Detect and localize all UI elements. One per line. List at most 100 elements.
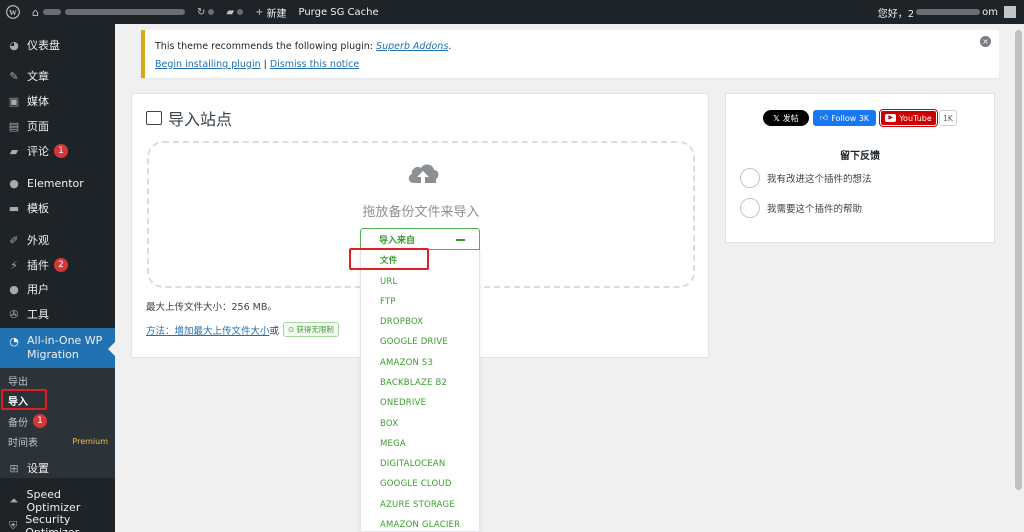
sidebar-item-speed-optimizer[interactable]: ⏶ Speed Optimizer — [0, 488, 115, 514]
sidebar-item-dashboard[interactable]: ◕ 仪表盘 — [0, 34, 115, 56]
get-unlimited-button[interactable]: ⊙ 获得无限制 — [283, 322, 339, 337]
x-logo-icon: 𝕏 — [773, 113, 780, 123]
updates-menu[interactable]: ↻ — [191, 0, 220, 24]
submenu-schedule[interactable]: 时间表 Premium — [8, 433, 108, 449]
superb-addons-link[interactable]: Superb Addons — [376, 41, 448, 52]
admin-bar: W ⌂ ↻ ▰ + 新建 Purge SG Cache 您好，2 om — [0, 0, 1024, 24]
close-icon[interactable]: × — [980, 36, 991, 47]
increase-size-link[interactable]: 方法：增加最大上传文件大小 — [146, 323, 270, 337]
sidebar-item-settings[interactable]: ⊞ 设置 — [0, 457, 115, 479]
comments-menu[interactable]: ▰ — [220, 0, 249, 24]
drop-instructions: 拖放备份文件来导入 — [362, 205, 480, 220]
submenu-export[interactable]: 导出 — [8, 372, 108, 388]
youtube-label: YouTube — [899, 113, 932, 123]
notice-actions: Begin installing plugin | Dismiss this n… — [155, 56, 989, 74]
or-text: 或 — [269, 325, 280, 337]
radio-button[interactable] — [740, 198, 760, 218]
clock-icon: ⊙ — [288, 325, 295, 334]
separator: | — [260, 59, 270, 70]
scrollbar-thumb[interactable] — [1015, 30, 1022, 490]
sidebar-item-plugins[interactable]: ⚡ 插件 2 — [0, 254, 115, 276]
sidebar-item-migration[interactable]: ◔ All-in-One WP Migration — [0, 328, 115, 368]
notice-prefix: This theme recommends the following plug… — [155, 41, 377, 52]
youtube-subscribe-button[interactable]: ▶ YouTube — [879, 109, 938, 127]
svg-text:W: W — [9, 8, 17, 17]
dashboard-icon: ◕ — [9, 38, 19, 52]
settings-icon: ⊞ — [9, 461, 19, 475]
sidebar-item-comments[interactable]: ▰ 评论 1 — [0, 140, 115, 162]
sidebar-item-label: 模板 — [27, 202, 49, 215]
import-option-mega[interactable]: MEGA — [380, 438, 406, 450]
submenu-label: 时间表 — [8, 437, 38, 449]
sidebar-item-templates[interactable]: ▬ 模板 — [0, 197, 115, 219]
sidebar-item-tools[interactable]: ✇ 工具 — [0, 303, 115, 325]
x-post-label: 发帖 — [782, 113, 799, 123]
sidebar-item-label: 页面 — [27, 120, 49, 133]
migration-icon: ◔ — [9, 334, 19, 348]
x-post-button[interactable]: 𝕏 发帖 — [763, 110, 809, 126]
highlight-box — [1, 389, 47, 410]
sidebar-item-users[interactable]: ● 用户 — [0, 278, 115, 300]
sidebar-item-security-optimizer[interactable]: ⛨ Security Optimizer — [0, 513, 115, 532]
sidebar-item-elementor[interactable]: ● Elementor — [0, 172, 115, 194]
sidebar-item-label: 评论 — [27, 145, 49, 158]
backup-count-badge: 1 — [33, 414, 47, 428]
redacted-text — [64, 9, 185, 15]
import-source-menu: 文件 URL FTP DROPBOX GOOGLE DRIVE AMAZON S… — [360, 250, 480, 532]
import-option-url[interactable]: URL — [380, 276, 397, 288]
sidebar-item-label: 工具 — [27, 308, 49, 321]
new-label: 新建 — [266, 8, 287, 20]
import-from-label: 导入来自 — [379, 235, 416, 246]
sidebar-item-posts[interactable]: ✎ 文章 — [0, 65, 115, 87]
redacted-text — [237, 9, 244, 15]
page-title: 导入站点 — [146, 106, 232, 130]
purge-cache-button[interactable]: Purge SG Cache — [292, 0, 384, 24]
sidebar-item-media[interactable]: ▣ 媒体 — [0, 90, 115, 112]
radio-button[interactable] — [740, 168, 760, 188]
import-option-box[interactable]: BOX — [380, 418, 398, 430]
import-option-onedrive[interactable]: ONEDRIVE — [380, 397, 426, 409]
import-option-backblaze-b2[interactable]: BACKBLAZE B2 — [380, 377, 447, 389]
premium-label: Premium — [72, 436, 108, 446]
dismiss-notice-link[interactable]: Dismiss this notice — [270, 59, 359, 70]
comment-icon: ▰ — [9, 144, 19, 158]
sidebar-item-appearance[interactable]: ✐ 外观 — [0, 229, 115, 251]
import-option-amazon-s3[interactable]: AMAZON S3 — [380, 357, 433, 369]
import-from-button[interactable]: 导入来自 — [360, 228, 480, 250]
comment-count-badge: 1 — [54, 144, 68, 158]
submenu-label: 备份 — [8, 417, 28, 429]
import-option-ftp[interactable]: FTP — [380, 296, 396, 308]
import-option-azure-storage[interactable]: AZURE STORAGE — [380, 499, 455, 511]
submenu-backup[interactable]: 备份 1 — [8, 413, 108, 429]
begin-installing-link[interactable]: Begin installing plugin — [155, 59, 261, 70]
purge-cache-label: Purge SG Cache — [298, 6, 379, 18]
site-name-menu[interactable]: ⌂ — [26, 0, 191, 24]
sidebar-item-label: Elementor — [27, 176, 84, 190]
feedback-panel: 𝕏 发帖 👍︎ Follow 3K ▶ YouTube 1K 留下反馈 我有改进… — [725, 93, 995, 243]
feedback-option-idea[interactable]: 我有改进这个插件的想法 — [740, 168, 872, 188]
thumbs-up-icon: 👍︎ — [819, 113, 829, 122]
wp-logo-icon[interactable]: W — [0, 0, 26, 24]
wrench-icon: ✇ — [9, 307, 19, 321]
import-option-google-drive[interactable]: GOOGLE DRIVE — [380, 336, 448, 348]
facebook-follow-button[interactable]: 👍︎ Follow 3K — [813, 110, 876, 126]
feedback-option-help[interactable]: 我需要这个插件的帮助 — [740, 198, 862, 218]
refresh-icon: ↻ — [196, 6, 206, 18]
plus-icon: + — [255, 6, 264, 18]
sidebar-item-label: 文章 — [27, 70, 49, 83]
new-content-menu[interactable]: + 新建 — [249, 0, 292, 24]
sidebar-item-label: 仪表盘 — [27, 39, 60, 52]
sidebar-item-label: 媒体 — [27, 95, 49, 108]
youtube-play-icon: ▶ — [885, 114, 897, 122]
greeting-text: 您好，2 — [877, 8, 915, 20]
facebook-follow-label: Follow 3K — [831, 113, 870, 123]
import-option-dropbox[interactable]: DROPBOX — [380, 316, 423, 328]
account-menu[interactable]: 您好，2 om — [878, 5, 1024, 20]
collapse-icon — [456, 239, 465, 241]
page-scrollbar[interactable] — [1013, 24, 1024, 532]
sidebar-item-label: Speed Optimizer — [26, 488, 81, 514]
import-option-google-cloud[interactable]: GOOGLE CLOUD — [380, 478, 452, 490]
sidebar-item-pages[interactable]: ▤ 页面 — [0, 115, 115, 137]
import-option-digitalocean[interactable]: DIGITALOCEAN — [380, 458, 446, 470]
import-option-amazon-glacier[interactable]: AMAZON GLACIER — [380, 519, 460, 531]
